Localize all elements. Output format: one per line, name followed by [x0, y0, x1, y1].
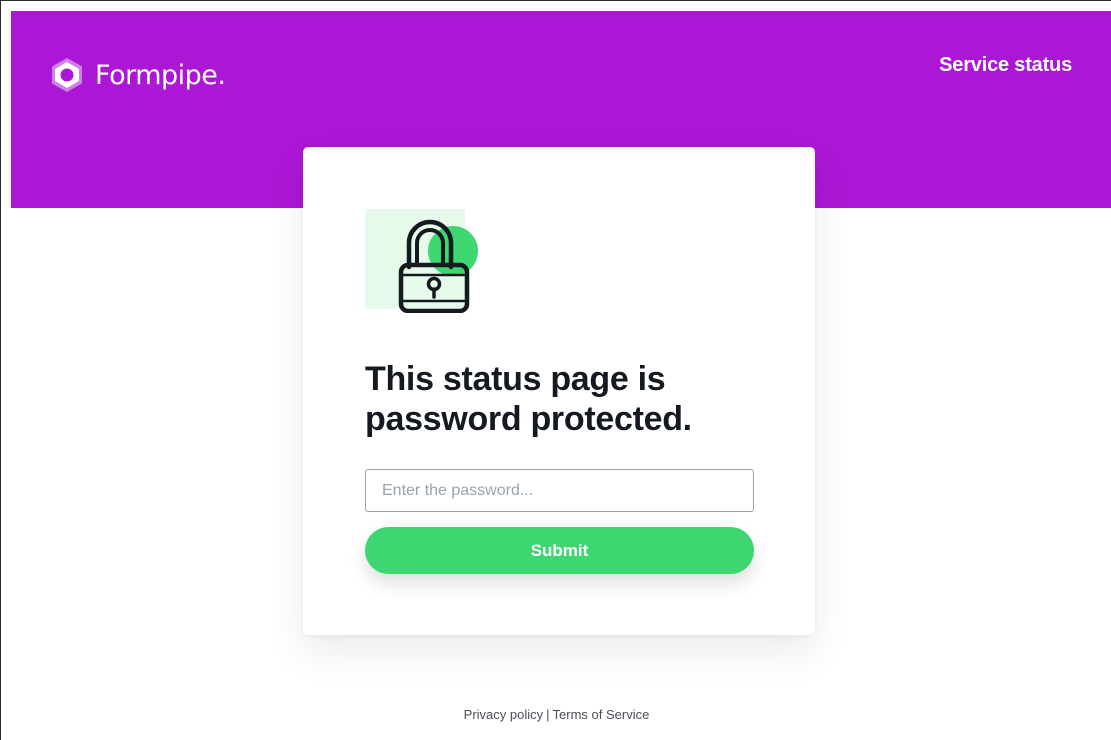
service-status-link[interactable]: Service status [939, 54, 1072, 77]
hexagon-ring-icon [52, 58, 82, 92]
logo-text: Formpipe. [95, 59, 226, 91]
padlock-icon [365, 209, 478, 313]
password-input[interactable] [365, 469, 754, 512]
terms-of-service-link[interactable]: Terms of Service [553, 707, 650, 722]
page-title: This status page is password protected. [365, 359, 765, 439]
title-line-2: password protected. [365, 400, 692, 438]
title-line-1: This status page is [365, 360, 666, 398]
footer-separator: | [546, 707, 550, 722]
submit-button[interactable]: Submit [365, 527, 754, 574]
footer: Privacy policy | Terms of Service [1, 707, 1111, 722]
password-card: This status page is password protected. … [303, 147, 815, 635]
brand-logo[interactable]: Formpipe. [49, 55, 226, 95]
privacy-policy-link[interactable]: Privacy policy [464, 707, 543, 722]
page-frame: Formpipe. Service status This status pag… [0, 0, 1111, 740]
